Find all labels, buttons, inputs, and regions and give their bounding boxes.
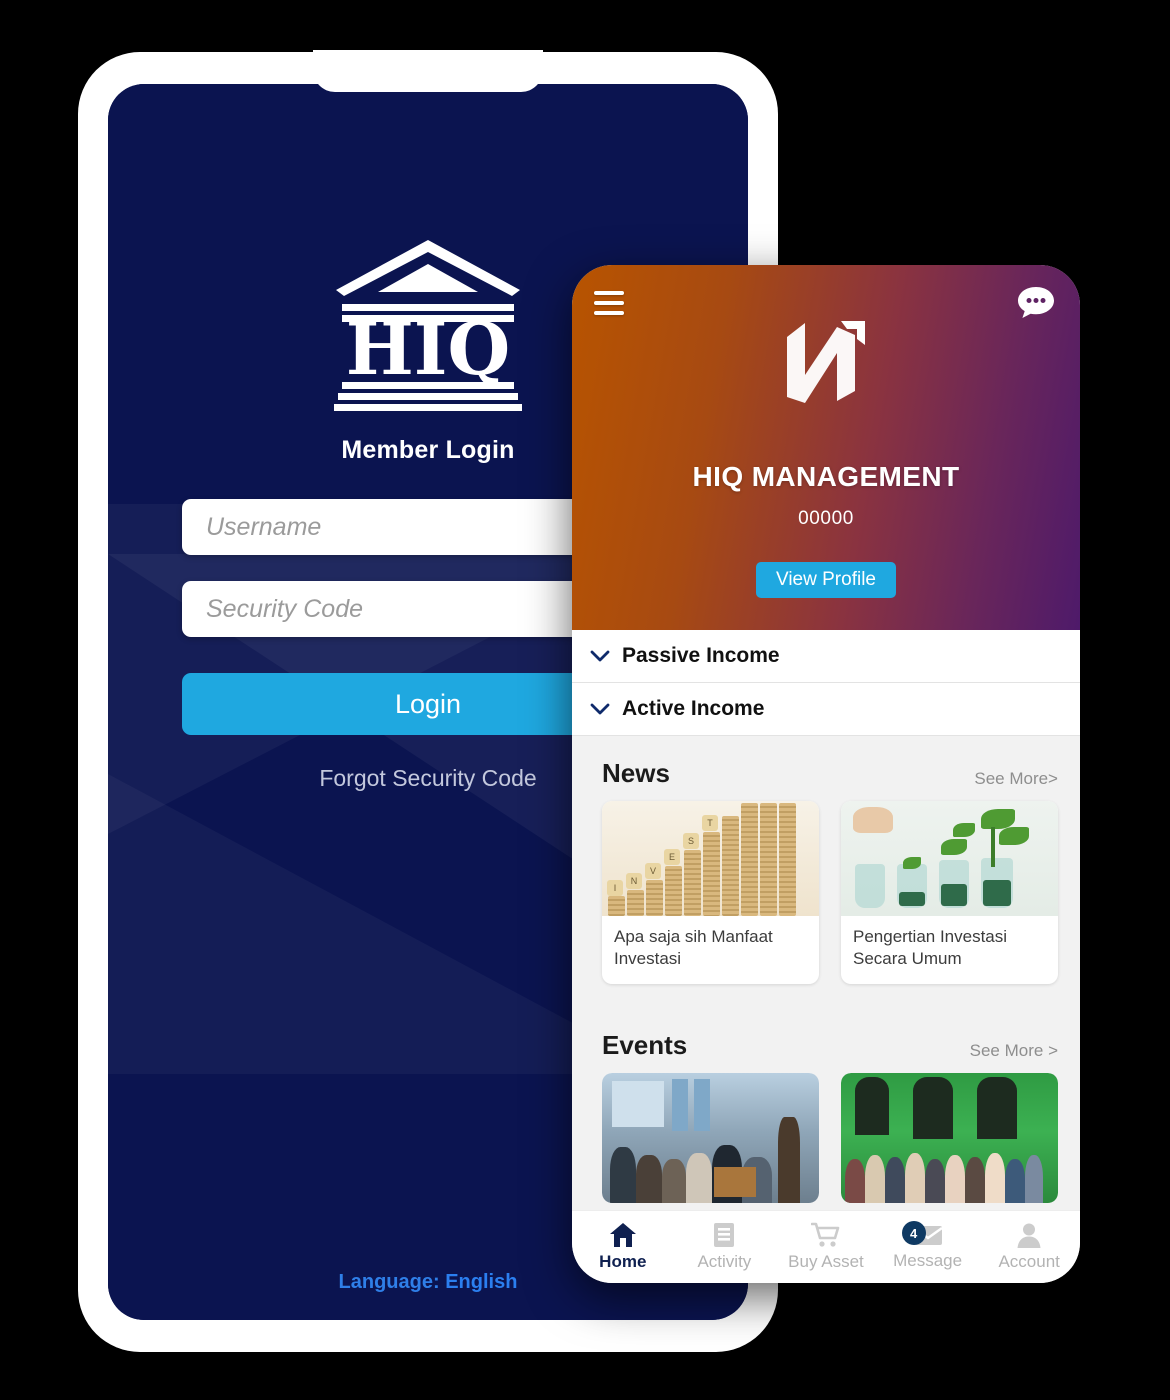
accordion-label: Active Income xyxy=(622,697,765,720)
events-card-list xyxy=(572,1072,1080,1203)
chevron-down-icon xyxy=(590,703,610,716)
events-title: Events xyxy=(602,1029,688,1060)
hiq-bank-logo-icon: HIQ xyxy=(328,234,528,414)
home-icon xyxy=(609,1223,636,1247)
app-content: News See More> I N V E S T Apa saja sih … xyxy=(572,736,1080,1203)
view-profile-button[interactable]: View Profile xyxy=(756,562,896,598)
events-see-more-link[interactable]: See More > xyxy=(970,1041,1058,1061)
news-see-more-link[interactable]: See More> xyxy=(974,769,1058,789)
security-code-placeholder: Security Code xyxy=(206,594,364,623)
nav-label: Buy Asset xyxy=(788,1252,864,1271)
event-card[interactable] xyxy=(841,1072,1058,1203)
cart-icon xyxy=(810,1222,840,1247)
nav-label: Account xyxy=(998,1252,1060,1271)
nav-label: Message xyxy=(893,1251,963,1270)
phone-notch xyxy=(313,50,543,92)
svg-text:HIQ: HIQ xyxy=(346,306,510,391)
hamburger-icon[interactable] xyxy=(594,291,624,321)
message-badge: 4 xyxy=(901,1221,926,1245)
news-section-header: News See More> xyxy=(572,736,1080,801)
app-header: HIQ MANAGEMENT 00000 View Profile xyxy=(572,265,1080,630)
nav-item-home[interactable]: Home xyxy=(572,1222,674,1272)
news-card-caption: Pengertian Investasi Secara Umum xyxy=(853,927,1008,968)
brand-title: HIQ MANAGEMENT xyxy=(692,461,960,492)
news-card[interactable]: Pengertian Investasi Secara Umum xyxy=(841,801,1058,984)
n-arrow-logo xyxy=(771,305,881,420)
seminar-room-audience-photo xyxy=(602,1072,819,1203)
member-id: 00000 xyxy=(798,508,854,529)
person-icon xyxy=(1017,1223,1041,1248)
chat-bubble-icon[interactable] xyxy=(1016,285,1056,326)
chevron-down-icon xyxy=(590,650,610,663)
news-card-list: I N V E S T Apa saja sih Manfaat Investa… xyxy=(572,801,1080,984)
accordion-active-income[interactable]: Active Income xyxy=(572,683,1080,736)
nav-item-account[interactable]: Account xyxy=(978,1222,1080,1272)
group-photo-green-building xyxy=(841,1072,1058,1203)
nav-item-activity[interactable]: Activity xyxy=(674,1222,776,1272)
nav-item-buy-asset[interactable]: Buy Asset xyxy=(775,1222,877,1272)
news-title: News xyxy=(602,758,670,788)
accordion-label: Passive Income xyxy=(622,644,780,667)
accordion-passive-income[interactable]: Passive Income xyxy=(572,630,1080,683)
news-card[interactable]: I N V E S T Apa saja sih Manfaat Investa… xyxy=(602,801,819,984)
username-placeholder: Username xyxy=(206,512,322,541)
forgot-security-code-link[interactable]: Forgot Security Code xyxy=(319,765,536,792)
bottom-navigation: Home Activity Buy Asset 4 Message Accoun… xyxy=(572,1210,1080,1283)
news-card-caption: Apa saja sih Manfaat Investasi xyxy=(614,927,773,968)
event-card[interactable] xyxy=(602,1072,819,1203)
hand-coin-jars-plants-photo xyxy=(841,801,1058,916)
events-section-header: Events See More > xyxy=(572,984,1080,1073)
nav-label: Home xyxy=(599,1252,647,1271)
app-phone-screen: HIQ MANAGEMENT 00000 View Profile Passiv… xyxy=(572,265,1080,1283)
page-title: Member Login xyxy=(341,436,515,464)
list-icon xyxy=(714,1223,735,1247)
nav-label: Activity xyxy=(697,1252,752,1271)
nav-item-message[interactable]: 4 Message xyxy=(877,1221,979,1271)
coin-stacks-invest-photo: I N V E S T xyxy=(602,801,819,916)
